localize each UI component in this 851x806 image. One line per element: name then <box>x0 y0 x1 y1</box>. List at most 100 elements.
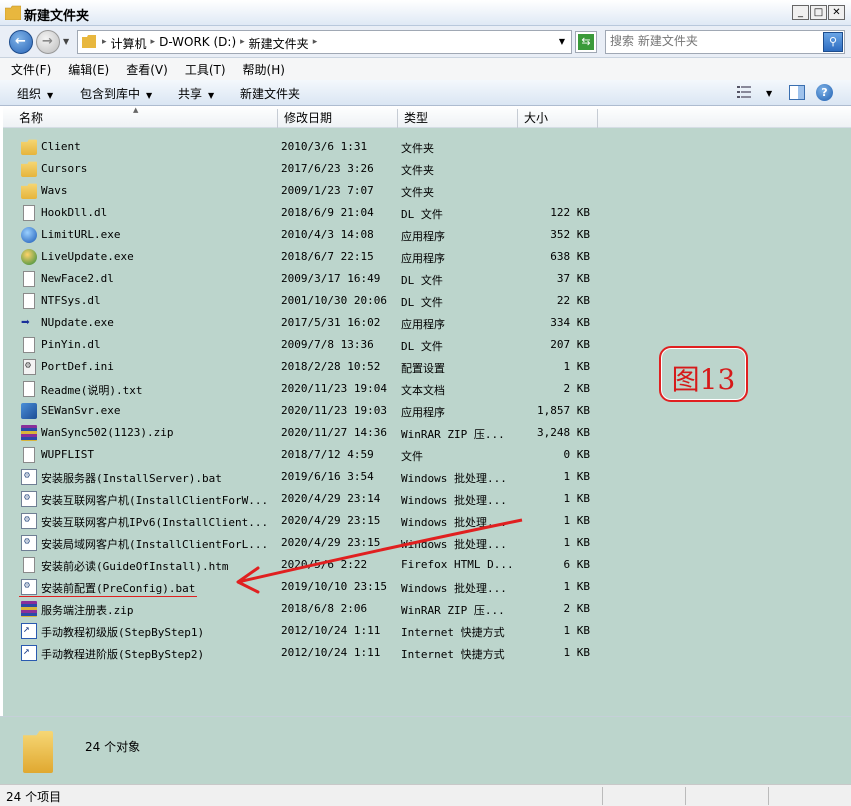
status-divider <box>768 787 769 805</box>
file-type: WinRAR ZIP 压... <box>401 428 505 441</box>
system-app-icon <box>21 403 37 419</box>
breadcrumb-folder[interactable]: 新建文件夹 <box>249 35 309 52</box>
view-options-icon[interactable] <box>737 86 751 98</box>
recent-pages-dropdown-icon[interactable]: ▼ <box>63 37 69 46</box>
file-row[interactable]: 手动教程进阶版(StepByStep2) 2012/10/24 1:11 Inter… <box>3 642 851 664</box>
file-date: 2012/10/24 1:11 <box>281 624 381 637</box>
file-row[interactable]: ➡ NUpdate.exe 2017/5/31 16:02 应用程序 334 KB <box>3 312 851 334</box>
refresh-button[interactable]: ⇆ <box>575 31 597 53</box>
column-size-header[interactable]: 大小 <box>518 109 598 128</box>
file-row[interactable]: 服务端注册表.zip 2018/6/8 2:06 WinRAR ZIP 压... 2 … <box>3 598 851 620</box>
search-icon[interactable]: ⚲ <box>823 32 843 52</box>
annotation-underline <box>19 596 197 597</box>
file-date: 2010/4/3 14:08 <box>281 228 374 241</box>
back-arrow-icon: ← <box>15 34 26 49</box>
file-name: Wavs <box>41 184 68 197</box>
file-row[interactable]: Client 2010/3/6 1:31 文件夹 <box>3 136 851 158</box>
text-file-icon <box>23 381 35 397</box>
file-row[interactable]: 安装服务器(InstallServer).bat 2019/6/16 3:54 Wi… <box>3 466 851 488</box>
file-name: 手动教程初级版(StepByStep1) <box>41 626 205 639</box>
file-type: 文本文档 <box>401 384 445 397</box>
file-name: Cursors <box>41 162 88 175</box>
organize-button[interactable]: 组织 ▼ <box>17 85 53 102</box>
file-name: WanSync502(1123).zip <box>41 426 174 439</box>
file-name: 安装前配置(PreConfig).bat <box>41 582 196 595</box>
file-size: 334 KB <box>550 316 590 329</box>
file-row[interactable]: Cursors 2017/6/23 3:26 文件夹 <box>3 158 851 180</box>
menu-bar: 文件(F) 编辑(E) 查看(V) 工具(T) 帮助(H) <box>0 58 851 80</box>
file-size: 0 KB <box>563 448 591 461</box>
file-row[interactable]: 安装互联网客户机IPv6(InstallClient... 2020/4/29 2… <box>3 510 851 532</box>
view-dropdown-icon[interactable]: ▼ <box>766 89 772 98</box>
file-type: Firefox HTML D... <box>401 558 514 571</box>
share-button[interactable]: 共享 ▼ <box>178 85 214 102</box>
file-size: 638 KB <box>550 250 590 263</box>
menu-tools[interactable]: 工具(T) <box>185 61 226 78</box>
file-row[interactable]: LimitURL.exe 2010/4/3 14:08 应用程序 352 KB <box>3 224 851 246</box>
file-row[interactable]: 安装局域网客户机(InstallClientForL... 2020/4/29 2… <box>3 532 851 554</box>
update-app-icon <box>21 249 37 265</box>
file-name: SEWanSvr.exe <box>41 404 121 417</box>
html-file-icon <box>23 557 35 573</box>
file-row[interactable]: WanSync502(1123).zip 2020/11/27 14:36 WinR… <box>3 422 851 444</box>
file-name: PinYin.dl <box>41 338 101 351</box>
breadcrumb-separator-icon[interactable]: ▸ <box>313 37 318 52</box>
help-icon[interactable]: ? <box>816 84 833 101</box>
details-pane: 24 个对象 <box>0 716 851 784</box>
file-name: 安装前必读(GuideOfInstall).htm <box>41 560 229 573</box>
file-row[interactable]: NewFace2.dl 2009/3/17 16:49 DL 文件 37 KB <box>3 268 851 290</box>
batch-file-icon <box>21 535 37 551</box>
address-bar[interactable]: ▸ 计算机 ▸ D-WORK (D:) ▸ 新建文件夹 ▸ ▼ <box>77 30 572 54</box>
new-folder-button[interactable]: 新建文件夹 <box>240 85 300 102</box>
breadcrumb-separator-icon[interactable]: ▸ <box>240 37 245 52</box>
file-row[interactable]: Wavs 2009/1/23 7:07 文件夹 <box>3 180 851 202</box>
file-type: Windows 批处理... <box>401 538 507 551</box>
close-button[interactable]: ✕ <box>828 5 845 20</box>
file-date: 2019/6/16 3:54 <box>281 470 374 483</box>
file-size: 1 KB <box>563 624 591 637</box>
file-type: DL 文件 <box>401 274 443 287</box>
forward-button[interactable]: → <box>36 30 60 54</box>
menu-view[interactable]: 查看(V) <box>126 61 168 78</box>
file-row[interactable]: 安装前必读(GuideOfInstall).htm 2020/5/6 2:22 Fi… <box>3 554 851 576</box>
menu-file[interactable]: 文件(F) <box>11 61 51 78</box>
column-type-header[interactable]: 类型 <box>398 109 518 128</box>
address-dropdown-icon[interactable]: ▼ <box>559 37 565 46</box>
search-input[interactable] <box>610 34 820 48</box>
file-row[interactable]: 安装互联网客户机(InstallClientForW... 2020/4/29 2… <box>3 488 851 510</box>
breadcrumb-separator-icon[interactable]: ▸ <box>151 37 156 52</box>
address-row: ← → ▼ ▸ 计算机 ▸ D-WORK (D:) ▸ 新建文件夹 ▸ ▼ ⇆ … <box>0 26 851 58</box>
file-size: 1 KB <box>563 360 591 373</box>
column-date-header[interactable]: 修改日期 <box>278 109 398 128</box>
file-size: 22 KB <box>556 294 590 307</box>
menu-help[interactable]: 帮助(H) <box>243 61 285 78</box>
file-type: DL 文件 <box>401 340 443 353</box>
zip-archive-icon <box>21 425 37 441</box>
breadcrumb-drive[interactable]: D-WORK (D:) <box>159 35 236 52</box>
file-row[interactable]: WUPFLIST 2018/7/12 4:59 文件 0 KB <box>3 444 851 466</box>
column-date-label: 修改日期 <box>284 111 333 125</box>
file-type: 应用程序 <box>401 252 445 265</box>
maximize-button[interactable]: □ <box>810 5 827 20</box>
batch-file-icon <box>21 513 37 529</box>
item-count: 24 个项目 <box>6 790 62 804</box>
annotation-stamp: 图13 <box>659 346 748 402</box>
file-row[interactable]: SEWanSvr.exe 2020/11/23 19:03 应用程序 1,857 KB <box>3 400 851 422</box>
breadcrumb-separator-icon[interactable]: ▸ <box>102 37 107 52</box>
search-box[interactable]: ⚲ <box>605 30 845 54</box>
minimize-button[interactable]: _ <box>792 5 809 20</box>
column-name-header[interactable]: ▲ 名称 <box>3 106 278 128</box>
file-row[interactable]: LiveUpdate.exe 2018/6/7 22:15 应用程序 638 KB <box>3 246 851 268</box>
file-type: Windows 批处理... <box>401 472 507 485</box>
preview-pane-icon[interactable] <box>789 85 805 100</box>
file-row[interactable]: 安装前配置(PreConfig).bat 2019/10/10 23:15 Wind… <box>3 576 851 598</box>
include-library-button[interactable]: 包含到库中 ▼ <box>80 85 152 102</box>
file-type: DL 文件 <box>401 296 443 309</box>
breadcrumb-computer[interactable]: 计算机 <box>111 35 147 52</box>
status-bar: 24 个项目 <box>0 784 851 806</box>
file-row[interactable]: NTFSys.dl 2001/10/30 20:06 DL 文件 22 KB <box>3 290 851 312</box>
menu-edit[interactable]: 编辑(E) <box>68 61 109 78</box>
file-row[interactable]: 手动教程初级版(StepByStep1) 2012/10/24 1:11 Inter… <box>3 620 851 642</box>
back-button[interactable]: ← <box>9 30 33 54</box>
file-row[interactable]: HookDll.dl 2018/6/9 21:04 DL 文件 122 KB <box>3 202 851 224</box>
